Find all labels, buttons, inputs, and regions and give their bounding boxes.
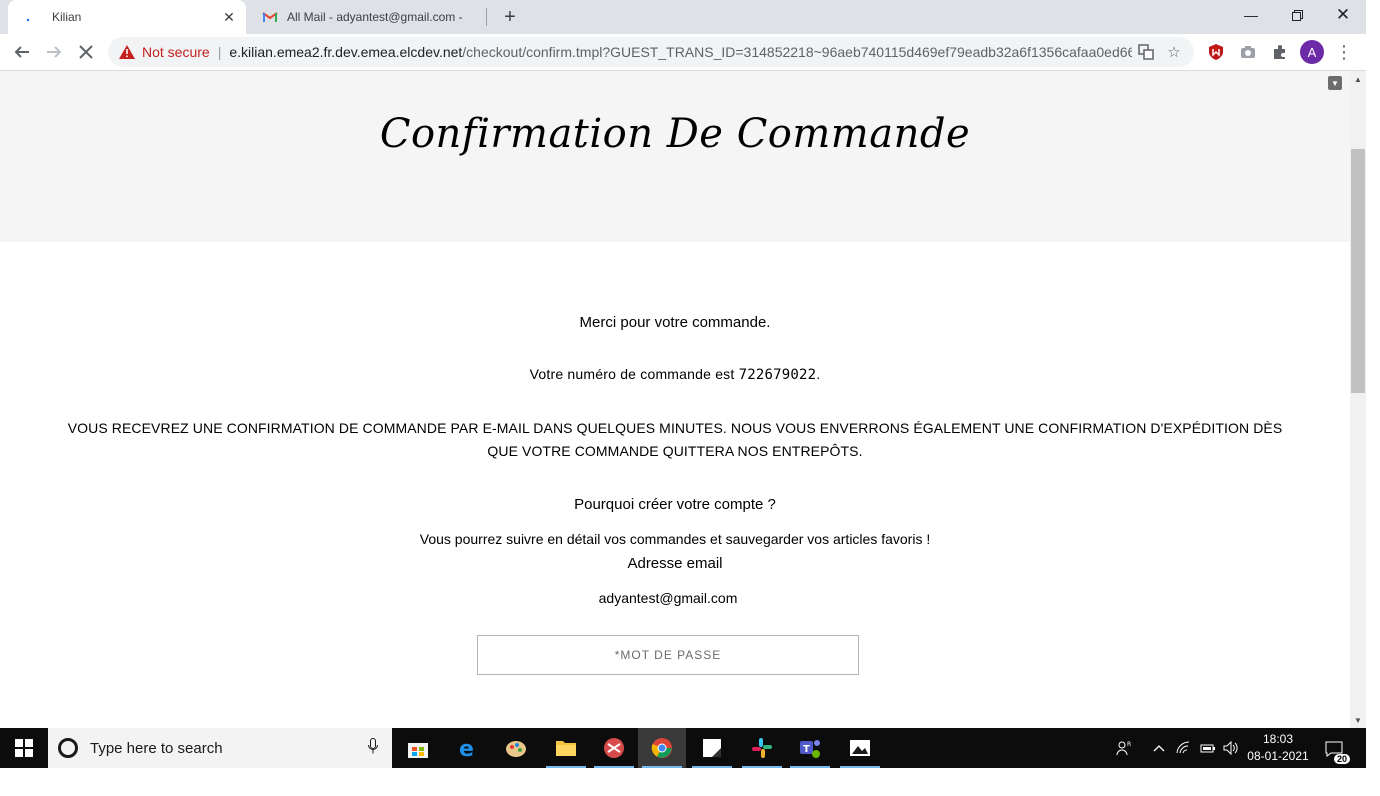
chevron-up-icon[interactable] xyxy=(1150,728,1168,768)
svg-text:e: e xyxy=(459,737,474,759)
page-title: Confirmation De Commande xyxy=(379,111,971,157)
tab-separator xyxy=(486,8,487,26)
file-explorer-app-icon[interactable] xyxy=(542,728,590,768)
sticky-notes-app-icon[interactable] xyxy=(688,728,736,768)
order-number-line: Votre numéro de commande est 722679022. xyxy=(0,366,1350,383)
email-value: adyantest@gmail.com xyxy=(598,590,738,606)
photos-app-icon[interactable] xyxy=(836,728,884,768)
cortana-icon xyxy=(58,738,78,758)
menu-kebab-icon[interactable]: ⋮ xyxy=(1330,38,1358,66)
forward-icon[interactable] xyxy=(40,38,68,66)
tab-strip: Kilian ✕ All Mail - adyantest@gmail.com … xyxy=(0,0,1366,34)
divider: | xyxy=(217,44,222,60)
tab-title: All Mail - adyantest@gmail.com - xyxy=(287,10,463,24)
taskbar-clock[interactable]: 18:03 08-01-2021 xyxy=(1242,731,1314,765)
chrome-app-icon[interactable] xyxy=(638,728,686,768)
order-number: 722679022 xyxy=(738,367,817,383)
teams-app-icon[interactable]: T xyxy=(786,728,834,768)
tab-gmail[interactable]: All Mail - adyantest@gmail.com - xyxy=(250,0,486,34)
slack-app-icon[interactable] xyxy=(738,728,786,768)
notification-center-icon[interactable]: 20 xyxy=(1322,738,1350,764)
email-label: Adresse email xyxy=(627,555,723,572)
page-header-banner: Confirmation De Commande xyxy=(0,71,1350,242)
page-viewport: Confirmation De Commande ▼ Merci pour vo… xyxy=(0,71,1350,728)
camera-icon[interactable] xyxy=(1234,38,1262,66)
volume-icon[interactable] xyxy=(1220,728,1242,768)
svg-text:R: R xyxy=(1127,741,1131,748)
security-status[interactable]: Not secure xyxy=(142,44,210,60)
url-host: e.kilian.emea2.fr.dev.emea.elcdev.net xyxy=(229,44,463,60)
create-account-benefits: Vous pourrez suivre en détail vos comman… xyxy=(419,531,931,547)
new-tab-icon[interactable]: + xyxy=(499,6,521,28)
close-window-icon[interactable]: ✕ xyxy=(1320,0,1366,30)
clock-date: 08-01-2021 xyxy=(1247,749,1309,763)
scroll-down-icon[interactable]: ▼ xyxy=(1350,712,1366,728)
svg-text:T: T xyxy=(803,744,810,755)
extensions-puzzle-icon[interactable] xyxy=(1266,38,1294,66)
microphone-icon[interactable] xyxy=(368,737,378,759)
bookmark-star-icon[interactable]: ☆ xyxy=(1160,38,1188,66)
windows-start-icon[interactable] xyxy=(0,728,48,768)
close-tab-icon[interactable]: ✕ xyxy=(220,8,238,26)
stop-loading-icon[interactable] xyxy=(72,38,100,66)
clock-time: 18:03 xyxy=(1262,732,1294,746)
gmail-icon xyxy=(262,9,278,25)
wifi-icon[interactable] xyxy=(1174,728,1194,768)
email-confirmation-notice: VOUS RECEVREZ UNE CONFIRMATION DE COMMAN… xyxy=(67,420,1283,459)
people-icon[interactable]: R xyxy=(1112,728,1136,768)
taskbar-search-placeholder: Type here to search xyxy=(90,739,223,757)
url-text[interactable]: e.kilian.emea2.fr.dev.emea.elcdev.net/ch… xyxy=(229,44,1132,60)
tab-kilian[interactable]: Kilian ✕ xyxy=(8,0,246,34)
profile-avatar[interactable]: A xyxy=(1300,40,1324,64)
taskbar-search-box[interactable]: Type here to search xyxy=(48,728,392,768)
loading-icon xyxy=(20,9,36,25)
order-suffix: . xyxy=(816,366,821,382)
edge-app-icon[interactable]: e xyxy=(444,728,492,768)
order-prefix: Votre numéro de commande est xyxy=(529,366,739,382)
windows-taskbar: Type here to search e T R 18:03 08-01-20… xyxy=(0,728,1366,768)
tab-title: Kilian xyxy=(52,10,82,24)
scroll-thumb[interactable] xyxy=(1351,149,1365,393)
warning-icon[interactable] xyxy=(119,44,135,60)
back-icon[interactable] xyxy=(8,38,36,66)
snipping-tool-app-icon[interactable] xyxy=(590,728,638,768)
minimize-icon[interactable]: — xyxy=(1228,0,1274,30)
address-bar[interactable]: Not secure | e.kilian.emea2.fr.dev.emea.… xyxy=(108,37,1194,67)
paint-app-icon[interactable] xyxy=(492,728,540,768)
collapse-arrow-icon[interactable]: ▼ xyxy=(1328,76,1342,90)
scroll-up-icon[interactable]: ▲ xyxy=(1350,71,1366,87)
notification-count-badge: 20 xyxy=(1333,754,1350,764)
restore-icon[interactable] xyxy=(1274,0,1320,30)
page-scrollbar[interactable]: ▲ ▼ xyxy=(1350,71,1366,728)
translate-icon[interactable] xyxy=(1132,38,1160,66)
password-field[interactable] xyxy=(477,635,859,675)
store-app-icon[interactable] xyxy=(394,728,442,768)
url-path: /checkout/confirm.tmpl?GUEST_TRANS_ID=31… xyxy=(462,44,1132,60)
browser-toolbar: Not secure | e.kilian.emea2.fr.dev.emea.… xyxy=(0,34,1366,71)
thanks-message: Merci pour votre commande. xyxy=(579,314,771,331)
mcafee-icon[interactable] xyxy=(1202,38,1230,66)
create-account-heading: Pourquoi créer votre compte ? xyxy=(574,496,776,513)
battery-icon[interactable] xyxy=(1198,728,1218,768)
